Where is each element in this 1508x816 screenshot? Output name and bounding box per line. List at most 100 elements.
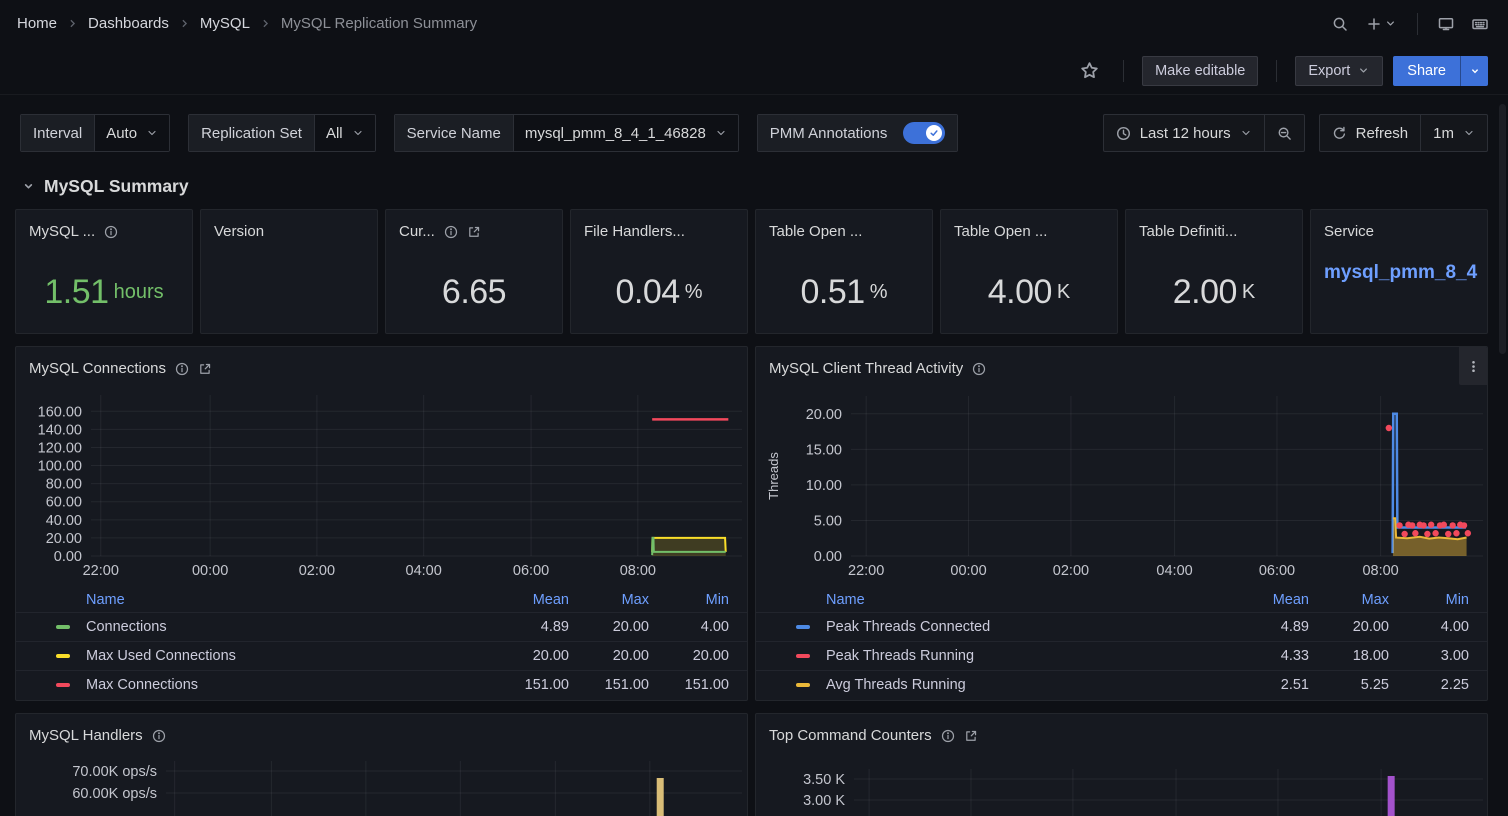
legend-column-min[interactable]: Min	[649, 592, 729, 608]
legend-row: Peak Threads Running4.3318.003.00	[756, 641, 1487, 670]
svg-text:04:00: 04:00	[406, 563, 442, 579]
service-link[interactable]: mysql_pmm_8_4	[1324, 262, 1477, 284]
time-range-label: Last 12 hours	[1140, 125, 1231, 142]
stat-panel-title: Service	[1324, 223, 1374, 240]
legend-column-mean[interactable]: Mean	[1229, 592, 1309, 608]
stat-panel: Table Definiti...2.00K	[1125, 209, 1303, 334]
series-color-swatch	[796, 654, 810, 658]
legend-value: 2.25	[1389, 677, 1469, 693]
svg-text:70.00K ops/s: 70.00K ops/s	[72, 764, 157, 780]
chevron-down-icon	[1240, 127, 1252, 139]
mysql-connections-chart[interactable]: 0.0020.0040.0060.0080.00100.00120.00140.…	[16, 383, 748, 583]
refresh-icon	[1332, 126, 1347, 141]
stats-row: MySQL ...1.51hoursVersionCur...6.65File …	[15, 209, 1488, 334]
replication-set-select[interactable]: All	[314, 115, 375, 151]
time-range-picker[interactable]: Last 12 hours	[1104, 115, 1264, 151]
stat-number: 1.51	[44, 273, 108, 312]
legend-series-name[interactable]: Max Connections	[56, 677, 489, 693]
info-icon[interactable]	[972, 362, 986, 376]
scrollbar-thumb[interactable]	[1499, 104, 1506, 354]
legend-value: 4.00	[1389, 619, 1469, 635]
series-color-swatch	[56, 654, 70, 658]
legend-row: Avg Threads Running2.515.252.25	[756, 670, 1487, 699]
add-panel-button[interactable]	[1360, 10, 1403, 38]
legend-column-max[interactable]: Max	[569, 592, 649, 608]
service-name-value: mysql_pmm_8_4_1_46828	[525, 125, 706, 142]
refresh-interval-select[interactable]: 1m	[1420, 115, 1487, 151]
legend-column-min[interactable]: Min	[1389, 592, 1469, 608]
interval-select[interactable]: Auto	[94, 115, 169, 151]
external-link-icon[interactable]	[964, 729, 978, 743]
stat-number: 0.04	[616, 273, 680, 312]
chevron-down-icon	[22, 180, 35, 193]
clock-icon	[1116, 126, 1131, 141]
panel-menu-button[interactable]	[1459, 347, 1487, 385]
service-name-label: Service Name	[395, 115, 513, 151]
legend-column-mean[interactable]: Mean	[489, 592, 569, 608]
stat-panel: File Handlers...0.04%	[570, 209, 748, 334]
external-link-icon[interactable]	[467, 225, 481, 239]
breadcrumb-mysql[interactable]: MySQL	[195, 13, 255, 34]
legend-series-name[interactable]: Peak Threads Running	[796, 648, 1229, 664]
keyboard-icon[interactable]	[1466, 10, 1494, 38]
breadcrumb-home[interactable]: Home	[12, 13, 62, 34]
pmm-annotations-toggle[interactable]	[903, 122, 945, 144]
row-mysql-summary[interactable]: MySQL Summary	[22, 176, 1488, 197]
service-name-select[interactable]: mysql_pmm_8_4_1_46828	[513, 115, 738, 151]
svg-text:22:00: 22:00	[83, 563, 119, 579]
legend-column-name[interactable]: Name	[56, 592, 489, 608]
stat-unit: %	[870, 281, 888, 304]
legend-series-name[interactable]: Connections	[56, 619, 489, 635]
info-icon[interactable]	[444, 225, 458, 239]
svg-text:02:00: 02:00	[299, 563, 335, 579]
info-icon[interactable]	[104, 225, 118, 239]
svg-text:08:00: 08:00	[1362, 563, 1398, 579]
legend-column-max[interactable]: Max	[1309, 592, 1389, 608]
chevron-down-icon	[352, 127, 364, 139]
mysql-handlers-chart[interactable]: 70.00K ops/s 60.00K ops/s	[16, 750, 748, 816]
share-menu-caret[interactable]	[1460, 56, 1488, 86]
svg-text:80.00: 80.00	[46, 477, 82, 493]
legend-series-name[interactable]: Max Used Connections	[56, 648, 489, 664]
replication-set-label: Replication Set	[189, 115, 314, 151]
export-button[interactable]: Export	[1295, 56, 1383, 86]
share-button[interactable]: Share	[1393, 56, 1460, 86]
svg-text:15.00: 15.00	[806, 442, 842, 458]
series-label: Max Connections	[86, 677, 198, 693]
section-title: MySQL Summary	[44, 176, 189, 197]
monitor-icon[interactable]	[1432, 10, 1460, 38]
stat-number: 4.00	[988, 273, 1052, 312]
legend-value: 151.00	[569, 677, 649, 693]
thread-activity-chart[interactable]: 0.005.0010.0015.0020.0022:0000:0002:0004…	[756, 383, 1488, 583]
plus-icon	[1366, 16, 1382, 32]
refresh-button[interactable]: Refresh	[1320, 115, 1421, 151]
legend-series-name[interactable]: Peak Threads Connected	[796, 619, 1229, 635]
legend-value: 20.00	[569, 619, 649, 635]
stat-panel: Cur...6.65	[385, 209, 563, 334]
breadcrumb-current: MySQL Replication Summary	[276, 13, 482, 34]
top-command-counters-chart[interactable]: 3.50 K3.00 K	[756, 750, 1488, 816]
make-editable-button[interactable]: Make editable	[1142, 56, 1258, 86]
star-icon[interactable]	[1074, 55, 1105, 86]
refresh-interval-value: 1m	[1433, 125, 1454, 142]
series-label: Peak Threads Running	[826, 648, 974, 664]
zoom-out-button[interactable]	[1264, 115, 1304, 151]
info-icon[interactable]	[152, 729, 166, 743]
breadcrumb-dashboards[interactable]: Dashboards	[83, 13, 174, 34]
svg-text:06:00: 06:00	[1259, 563, 1295, 579]
stat-panel-header: File Handlers...	[571, 210, 747, 246]
svg-text:60.00K ops/s: 60.00K ops/s	[72, 786, 157, 802]
legend-value: 4.89	[1229, 619, 1309, 635]
stat-panel: Table Open ...0.51%	[755, 209, 933, 334]
series-label: Connections	[86, 619, 167, 635]
stat-panel-header: Cur...	[386, 210, 562, 246]
legend-value: 4.33	[1229, 648, 1309, 664]
info-icon[interactable]	[941, 729, 955, 743]
external-link-icon[interactable]	[198, 362, 212, 376]
chevron-down-icon	[146, 127, 158, 139]
search-icon[interactable]	[1326, 10, 1354, 38]
legend-series-name[interactable]: Avg Threads Running	[796, 677, 1229, 693]
legend-column-name[interactable]: Name	[796, 592, 1229, 608]
svg-text:160.00: 160.00	[38, 404, 82, 420]
info-icon[interactable]	[175, 362, 189, 376]
